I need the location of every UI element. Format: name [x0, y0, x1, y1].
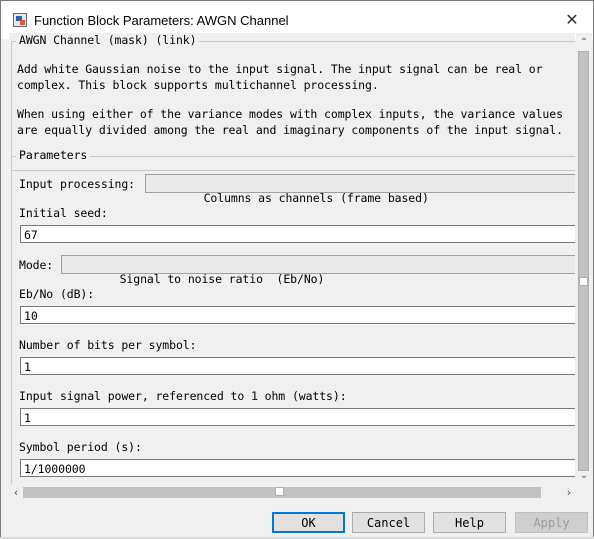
close-button[interactable]: ✕ — [557, 5, 587, 33]
ok-button[interactable]: OK — [272, 512, 345, 533]
horizontal-scrollbar[interactable]: ‹ › — [9, 484, 576, 501]
initial-seed-label: Initial seed: — [19, 206, 108, 220]
input-processing-label: Input processing: — [19, 177, 136, 191]
description-line: are equally divided among the real and i… — [17, 123, 563, 137]
ebno-input[interactable]: 10 — [20, 306, 575, 324]
description-line: When using either of the variance modes … — [17, 107, 563, 121]
signal-power-label: Input signal power, referenced to 1 ohm … — [19, 389, 347, 403]
mode-select[interactable]: Signal to noise ratio (Eb/No) — [61, 255, 575, 286]
vertical-scroll-thumb[interactable] — [578, 51, 589, 471]
scroll-left-icon[interactable]: ‹ — [9, 484, 23, 501]
dialog-content: AWGN Channel (mask) (link) Add white Gau… — [9, 33, 575, 484]
description-line: complex. This block supports multichanne… — [17, 78, 379, 92]
initial-seed-input[interactable]: 67 — [20, 225, 575, 243]
apply-button[interactable]: Apply — [515, 512, 588, 533]
window-title: Function Block Parameters: AWGN Channel — [34, 12, 289, 28]
description-group: AWGN Channel (mask) (link) Add white Gau… — [11, 33, 575, 171]
scroll-up-icon[interactable]: ⌃ — [576, 35, 592, 49]
cancel-button[interactable]: Cancel — [352, 512, 425, 533]
parameters-group: Parameters Input processing: Columns as … — [11, 148, 575, 484]
input-processing-value: Columns as channels (frame based) — [203, 191, 429, 205]
vertical-scrollbar[interactable]: ⌃ ⌄ — [576, 33, 592, 484]
symbol-period-input[interactable]: 1/1000000 — [20, 459, 575, 477]
description-legend: AWGN Channel (mask) (link) — [16, 33, 200, 47]
mode-label: Mode: — [19, 258, 54, 272]
bits-per-symbol-label: Number of bits per symbol: — [19, 338, 197, 352]
horizontal-scroll-grip[interactable] — [275, 487, 284, 496]
signal-power-input[interactable]: 1 — [20, 408, 575, 426]
scroll-right-icon[interactable]: › — [562, 484, 576, 501]
description-line: Add white Gaussian noise to the input si… — [17, 62, 543, 76]
bits-per-symbol-input[interactable]: 1 — [20, 357, 575, 375]
scroll-down-icon[interactable]: ⌄ — [576, 468, 592, 482]
close-icon: ✕ — [565, 9, 579, 29]
vertical-scroll-grip[interactable] — [579, 277, 588, 286]
dialog-window: Function Block Parameters: AWGN Channel … — [0, 0, 594, 539]
simulink-block-icon — [13, 13, 27, 27]
ebno-label: Eb/No (dB): — [19, 287, 95, 301]
mode-value: Signal to noise ratio (Eb/No) — [119, 272, 325, 286]
parameters-legend: Parameters — [16, 148, 91, 162]
help-button[interactable]: Help — [433, 512, 506, 533]
symbol-period-label: Symbol period (s): — [19, 440, 142, 454]
input-processing-select[interactable]: Columns as channels (frame based) — [145, 174, 575, 205]
